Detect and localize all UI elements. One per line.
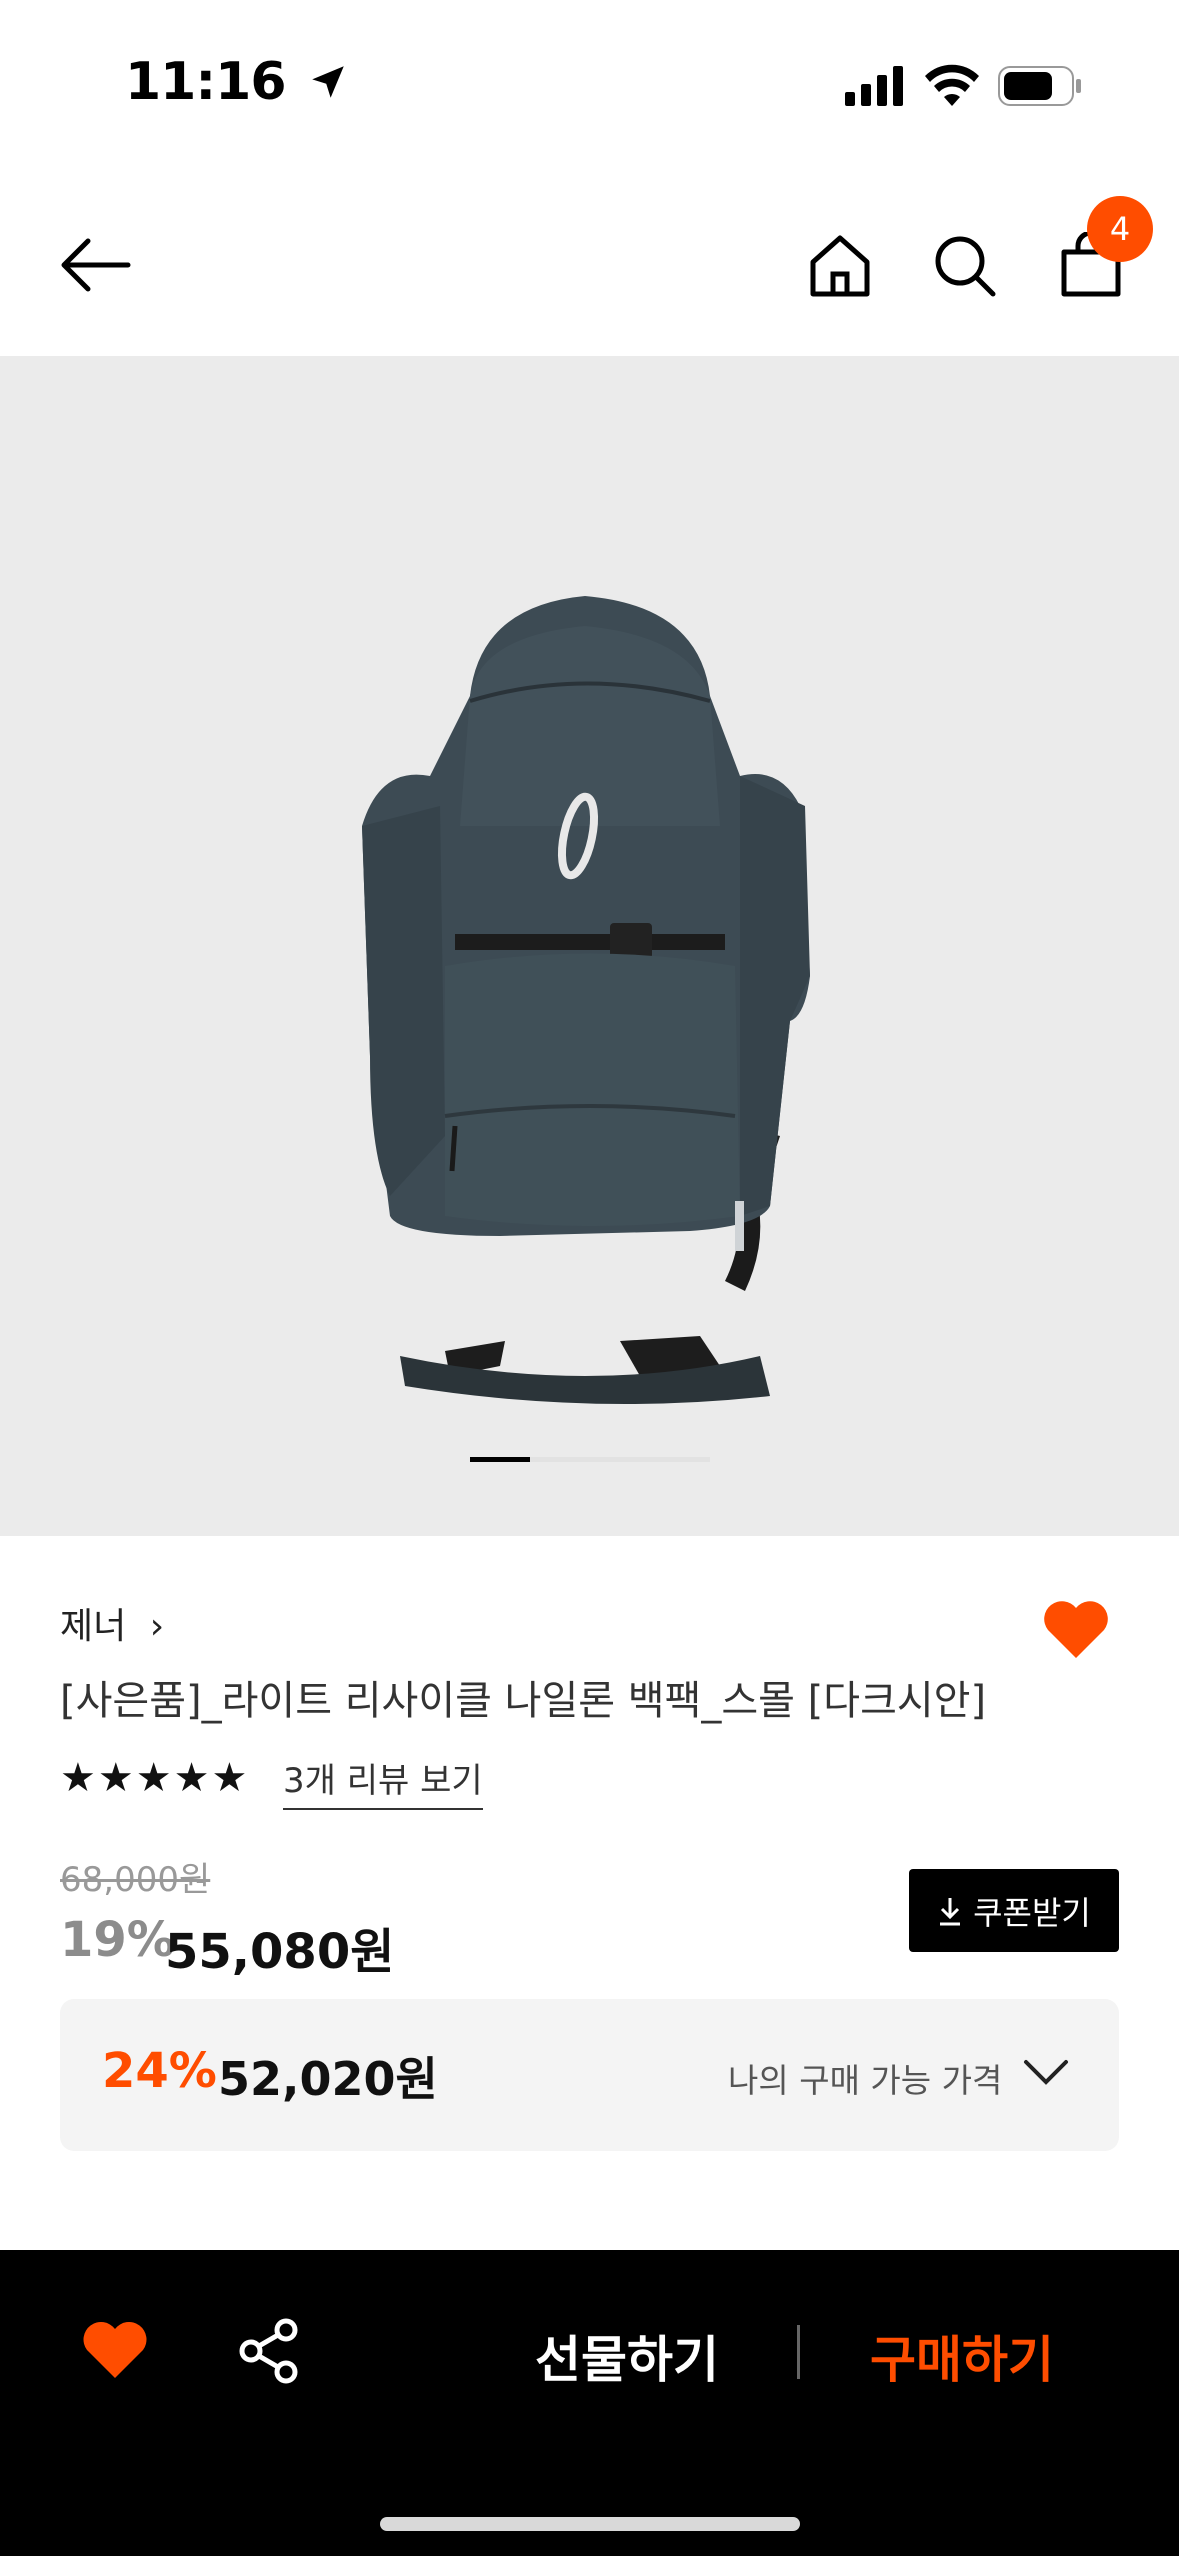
discount-rate: 19%: [60, 1912, 175, 1968]
my-price: 52,020원: [218, 2052, 438, 2106]
heart-icon: [83, 2322, 147, 2378]
divider: [797, 2325, 800, 2379]
home-icon: [810, 235, 870, 297]
my-discount-rate: 24%: [102, 2043, 217, 2099]
back-button[interactable]: [58, 235, 132, 295]
home-button[interactable]: [808, 234, 872, 298]
product-title: [사은품]_라이트 리사이클 나일론 백팩_스몰 [다크시안]: [60, 1678, 987, 1724]
buy-button[interactable]: 구매하기: [870, 2320, 1054, 2392]
my-price-label: 나의 구매 가능 가격: [728, 2061, 1003, 2100]
review-link[interactable]: 3개 리뷰 보기: [283, 1753, 483, 1810]
backpack-image: [362, 596, 810, 1404]
brand-link[interactable]: 제너 ›: [60, 1597, 164, 1649]
chevron-right-icon: ›: [149, 1606, 165, 1647]
arrow-left-icon: [61, 238, 131, 292]
download-icon: [940, 1897, 961, 1925]
bottom-wishlist-button[interactable]: [82, 2320, 148, 2380]
gallery-indicator-active: [470, 1457, 530, 1462]
home-indicator[interactable]: [380, 2517, 800, 2531]
heart-icon: [1044, 1601, 1108, 1658]
chevron-down-icon[interactable]: [1023, 2057, 1069, 2087]
share-icon: [239, 2318, 298, 2384]
original-price: 68,000원: [60, 1860, 211, 1900]
battery-icon: [998, 66, 1081, 106]
wifi-icon: [925, 64, 979, 106]
sale-price: 55,080원: [165, 1924, 395, 1980]
status-time-text: 11:16: [125, 52, 287, 112]
brand-name: 제너: [60, 1606, 127, 1647]
coupon-label: 쿠폰받기: [973, 1893, 1091, 1932]
search-icon: [935, 236, 996, 297]
wishlist-heart-button[interactable]: [1042, 1598, 1110, 1660]
status-time: 11:16: [125, 52, 349, 112]
coupon-button[interactable]: 쿠폰받기: [909, 1869, 1119, 1952]
search-button[interactable]: [933, 234, 997, 298]
rating-stars: ★★★★★: [60, 1755, 250, 1801]
signal-icon: [845, 66, 903, 106]
product-image-gallery[interactable]: [0, 356, 1179, 1536]
cart-count-badge: 4: [1087, 196, 1153, 262]
bottom-action-bar: [0, 2250, 1179, 2556]
share-button[interactable]: [238, 2318, 300, 2384]
location-arrow-icon: [311, 66, 344, 98]
gift-button[interactable]: 선물하기: [535, 2320, 719, 2392]
